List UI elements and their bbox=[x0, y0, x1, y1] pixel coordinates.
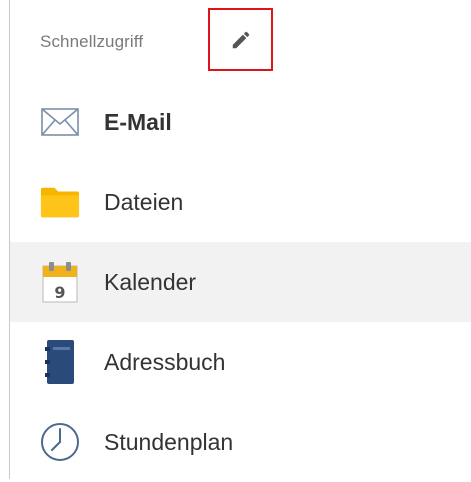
quick-access-item-label: Dateien bbox=[104, 188, 184, 215]
edit-quick-access-button[interactable] bbox=[208, 8, 273, 71]
quick-access-item-timetable[interactable]: Stundenplan bbox=[10, 402, 471, 482]
quick-access-item-address-book[interactable]: Adressbuch bbox=[10, 322, 471, 402]
quick-access-list: E-Mail Dateien 9 Kalender Adressbuch Stu… bbox=[10, 82, 471, 482]
quick-access-item-label: Stundenplan bbox=[104, 428, 234, 455]
quick-access-item-label: Kalender bbox=[104, 268, 197, 295]
quick-access-item-calendar[interactable]: 9 Kalender bbox=[10, 242, 471, 322]
quick-access-panel: Schnellzugriff E-Mail Dateien 9 Kalender… bbox=[0, 0, 471, 479]
envelope-icon bbox=[40, 102, 80, 142]
quick-access-title: Schnellzugriff bbox=[40, 32, 144, 51]
clock-icon bbox=[40, 422, 80, 462]
calendar-day-number: 9 bbox=[54, 283, 65, 302]
address-book-icon bbox=[40, 340, 80, 384]
quick-access-header: Schnellzugriff bbox=[40, 22, 143, 62]
quick-access-item-files[interactable]: Dateien bbox=[10, 162, 471, 242]
pencil-icon bbox=[232, 31, 249, 48]
quick-access-item-email[interactable]: E-Mail bbox=[10, 82, 471, 162]
folder-icon bbox=[40, 182, 80, 222]
quick-access-item-label: E-Mail bbox=[104, 108, 172, 135]
calendar-icon: 9 bbox=[40, 262, 80, 303]
quick-access-item-label: Adressbuch bbox=[104, 348, 226, 375]
